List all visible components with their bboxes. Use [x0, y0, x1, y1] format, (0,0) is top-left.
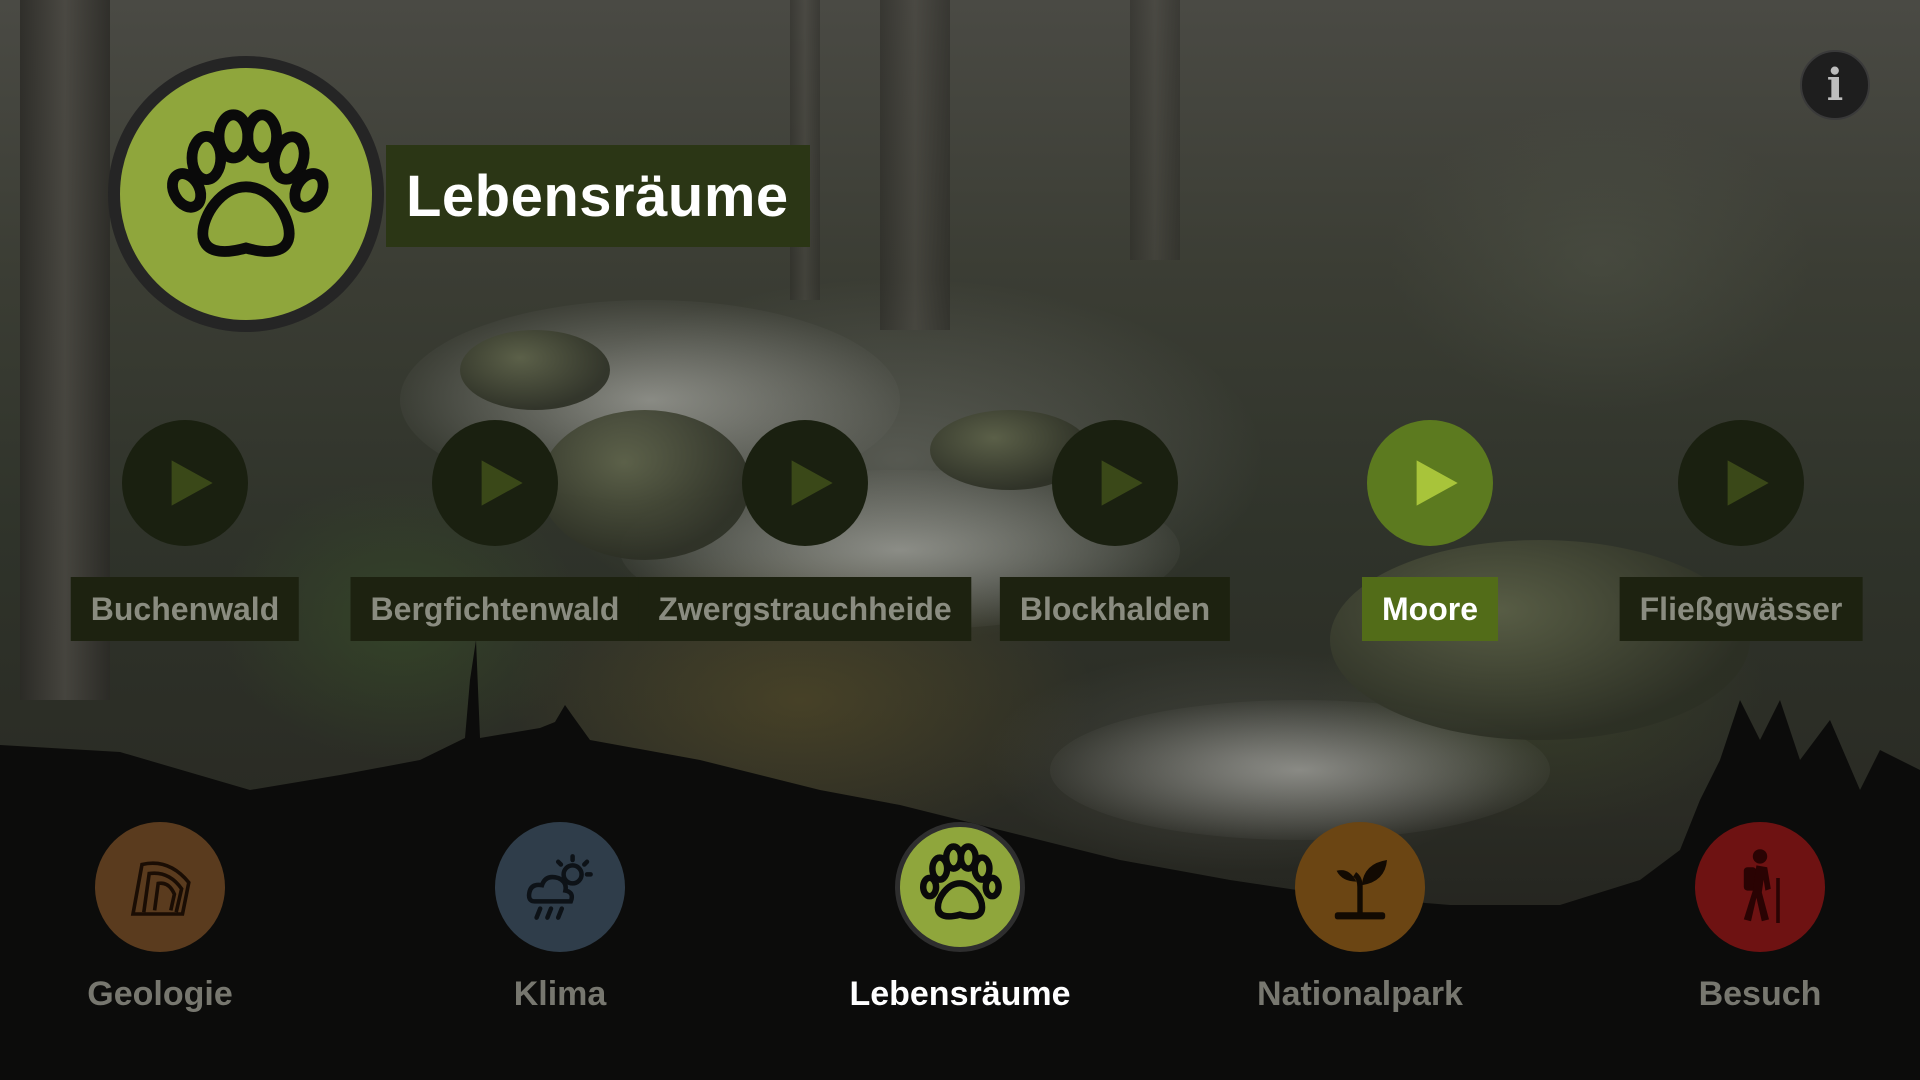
play-icon	[1101, 460, 1143, 506]
nav-icon-circle[interactable]	[895, 822, 1025, 952]
nav-icon-circle[interactable]	[495, 822, 625, 952]
habitat-item[interactable]: Fließgwässer	[1586, 420, 1896, 641]
habitat-label[interactable]: Fließgwässer	[1619, 577, 1863, 641]
play-icon	[481, 460, 523, 506]
habitat-item[interactable]: Bergfichtenwald	[340, 420, 650, 641]
nav-label: Nationalpark	[1257, 975, 1463, 1013]
paw-icon	[919, 843, 1002, 920]
section-badge-inner	[120, 68, 372, 320]
info-icon: i	[1826, 59, 1844, 111]
play-icon	[171, 460, 213, 506]
play-icon	[791, 460, 833, 506]
nav-item-besuch[interactable]: Besuch	[1610, 822, 1910, 1022]
section-badge	[108, 56, 384, 332]
habitat-label[interactable]: Bergfichtenwald	[350, 577, 640, 641]
nav-item-geologie[interactable]: Geologie	[10, 822, 310, 1022]
rock-layers-icon	[130, 861, 191, 916]
play-button[interactable]	[1052, 420, 1178, 546]
habitat-label[interactable]: Blockhalden	[999, 577, 1231, 641]
nav-icon-circle[interactable]	[95, 822, 225, 952]
section-title-box: Lebensräume	[386, 145, 810, 247]
hiker-icon	[1743, 849, 1780, 923]
info-button[interactable]: i	[1800, 50, 1870, 120]
nav-icon-circle[interactable]	[1295, 822, 1425, 952]
nav-item-nationalpark[interactable]: Nationalpark	[1210, 822, 1510, 1022]
weather-icon	[526, 854, 593, 920]
habitat-item[interactable]: Blockhalden	[960, 420, 1270, 641]
play-button[interactable]	[432, 420, 558, 546]
nav-label: Geologie	[87, 975, 233, 1013]
paw-icon	[167, 109, 329, 257]
play-button[interactable]	[742, 420, 868, 546]
habitat-item[interactable]: Buchenwald	[30, 420, 340, 641]
habitat-label[interactable]: Zwergstrauchheide	[638, 577, 972, 641]
play-icon	[1416, 460, 1458, 506]
play-button[interactable]	[122, 420, 248, 546]
page-title: Lebensräume	[406, 163, 789, 229]
nav-item-klima[interactable]: Klima	[410, 822, 710, 1022]
habitat-label[interactable]: Buchenwald	[70, 577, 300, 641]
nav-label: Besuch	[1698, 975, 1822, 1013]
nav-label: Lebensräume	[849, 975, 1071, 1013]
play-button[interactable]	[1678, 420, 1804, 546]
habitat-label[interactable]: Moore	[1362, 577, 1498, 641]
habitat-item[interactable]: Zwergstrauchheide	[638, 420, 972, 641]
play-button[interactable]	[1367, 420, 1493, 546]
play-icon	[1727, 460, 1769, 506]
nav-item-lebensräume[interactable]: Lebensräume	[810, 822, 1110, 1022]
nav-label: Klima	[513, 975, 607, 1013]
sprout-icon	[1334, 860, 1387, 920]
nav-icon-circle[interactable]	[1695, 822, 1825, 952]
habitat-item[interactable]: Moore	[1275, 420, 1585, 641]
